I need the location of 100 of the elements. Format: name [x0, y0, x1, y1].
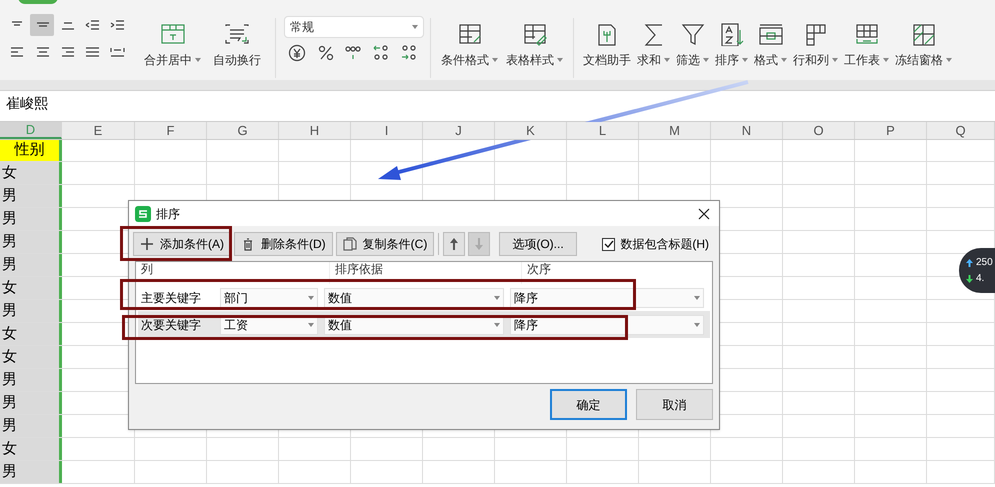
toolbar-button[interactable]: 删除条件(D) — [234, 232, 333, 256]
align-icon — [10, 45, 24, 59]
align-icon — [34, 45, 50, 59]
ribbon-button[interactable]: 文档助手 — [580, 14, 634, 69]
column-header[interactable]: E — [62, 122, 135, 139]
table-cell: 男 — [0, 392, 62, 414]
button-label: 文档助手 — [583, 52, 631, 69]
ribbon-button[interactable]: 工作表 — [841, 14, 892, 69]
increase-decimal-icon — [372, 44, 390, 62]
button-label: 筛选 — [676, 52, 700, 69]
align-button[interactable] — [30, 14, 54, 36]
decrease-decimal-icon — [400, 44, 418, 62]
stat-value: 250 — [976, 257, 993, 268]
table-cell: 女 — [0, 162, 62, 184]
dialog-button[interactable]: 取消 — [636, 389, 713, 420]
column-header[interactable]: O — [783, 122, 855, 139]
dropdown[interactable]: 降序 — [510, 288, 704, 308]
table-cell: 女 — [0, 323, 62, 345]
table-cell: 男 — [0, 415, 62, 437]
dialog-button[interactable]: 确定 — [550, 389, 627, 420]
table-cell: 男 — [0, 461, 62, 483]
caret-icon — [308, 322, 314, 326]
table-cell: 男 — [0, 300, 62, 322]
row-label: 次要关键字 — [140, 316, 202, 334]
ribbon-button[interactable]: 行和列 — [790, 14, 841, 69]
down-arrow-icon — [966, 274, 973, 282]
dropdown[interactable]: 降序 — [510, 314, 704, 334]
table-cell: 女 — [0, 346, 62, 368]
up-arrow-icon — [966, 258, 973, 266]
number-format-dropdown[interactable]: 常规 — [284, 16, 424, 38]
caret-icon — [694, 296, 700, 300]
column-header[interactable]: K — [495, 122, 567, 139]
button-label: 求和 — [637, 52, 661, 69]
table-cell: 性别 — [0, 140, 62, 161]
column-header[interactable]: J — [423, 122, 495, 139]
header-checkbox[interactable]: 数据包含标题(H) — [602, 235, 709, 253]
column-header[interactable]: N — [711, 122, 783, 139]
column-header[interactable]: F — [135, 122, 207, 139]
table-cell: 男 — [0, 369, 62, 391]
thousands-separator-icon — [344, 44, 362, 62]
button-label: 工作表 — [844, 52, 880, 69]
ribbon-button[interactable]: 冻结窗格 — [892, 14, 955, 69]
align-icon — [110, 18, 126, 32]
toolbar-button[interactable]: 添加条件(A) — [133, 232, 231, 256]
table-cell: 女 — [0, 438, 62, 460]
column-header[interactable]: Q — [927, 122, 995, 139]
ribbon-button[interactable]: 自动换行 — [207, 14, 267, 69]
column-header[interactable]: L — [567, 122, 639, 139]
button-label: 排序 — [715, 52, 739, 69]
dropdown[interactable]: 数值 — [324, 288, 504, 308]
table-cell: 女 — [0, 277, 62, 299]
row-label: 主要关键字 — [140, 290, 202, 306]
table-cell: 男 — [0, 231, 62, 253]
ribbon-button[interactable]: 求和 — [634, 14, 673, 69]
ribbon-button[interactable]: 条件格式 — [437, 14, 502, 69]
copy-icon — [342, 237, 357, 251]
column-heading: 列 — [141, 262, 153, 276]
ribbon-button[interactable]: 表格样式 — [502, 14, 567, 69]
column-header[interactable]: I — [351, 122, 423, 139]
column-header[interactable]: P — [855, 122, 927, 139]
caret-icon — [494, 322, 500, 326]
condition-row[interactable]: 主要关键字 部门 数值 降序 — [138, 284, 710, 311]
stat-value: 4. — [976, 273, 984, 284]
formula-bar-value: 崔峻熙 — [6, 94, 48, 113]
button-label: 自动换行 — [213, 52, 261, 69]
column-header[interactable]: H — [279, 122, 351, 139]
format-table-icon — [756, 22, 784, 46]
ribbon-button[interactable]: 合并居中 — [138, 14, 207, 69]
close-icon — [697, 206, 711, 220]
ribbon-button[interactable]: 格式 — [751, 14, 790, 69]
options-button[interactable]: 选项(O)... — [499, 232, 577, 256]
ribbon-button[interactable]: 排序 — [712, 14, 751, 69]
button-label: 条件格式 — [441, 52, 489, 69]
column-heading: 排序依据 — [335, 262, 383, 276]
column-header[interactable]: G — [207, 122, 279, 139]
checkbox[interactable] — [602, 238, 616, 250]
check-icon — [604, 239, 614, 249]
column-header[interactable]: M — [639, 122, 711, 139]
table-cell: 男 — [0, 185, 62, 207]
button-label: 行和列 — [793, 52, 829, 69]
caret-icon — [412, 25, 418, 29]
caret-icon — [308, 296, 314, 300]
trash-icon — [241, 237, 255, 251]
down-arrow-icon — [474, 237, 484, 251]
merge-center-icon — [158, 22, 186, 46]
dropdown[interactable]: 部门 — [220, 288, 318, 308]
table-cell: 男 — [0, 208, 62, 230]
caret-icon — [494, 296, 500, 300]
toolbar-button[interactable]: 复制条件(C) — [336, 232, 434, 256]
column-heading: 次序 — [527, 262, 551, 276]
wrap-text-icon — [223, 22, 251, 46]
button-label: 合并居中 — [144, 52, 192, 69]
table-cell: 男 — [0, 254, 62, 276]
move-up-button[interactable] — [443, 232, 466, 256]
percent-icon — [318, 44, 334, 62]
ribbon-button[interactable]: 筛选 — [673, 14, 712, 69]
up-arrow-icon — [449, 237, 460, 251]
button-label: 冻结窗格 — [895, 52, 943, 69]
align-icon — [85, 18, 100, 32]
align-icon — [85, 45, 100, 59]
